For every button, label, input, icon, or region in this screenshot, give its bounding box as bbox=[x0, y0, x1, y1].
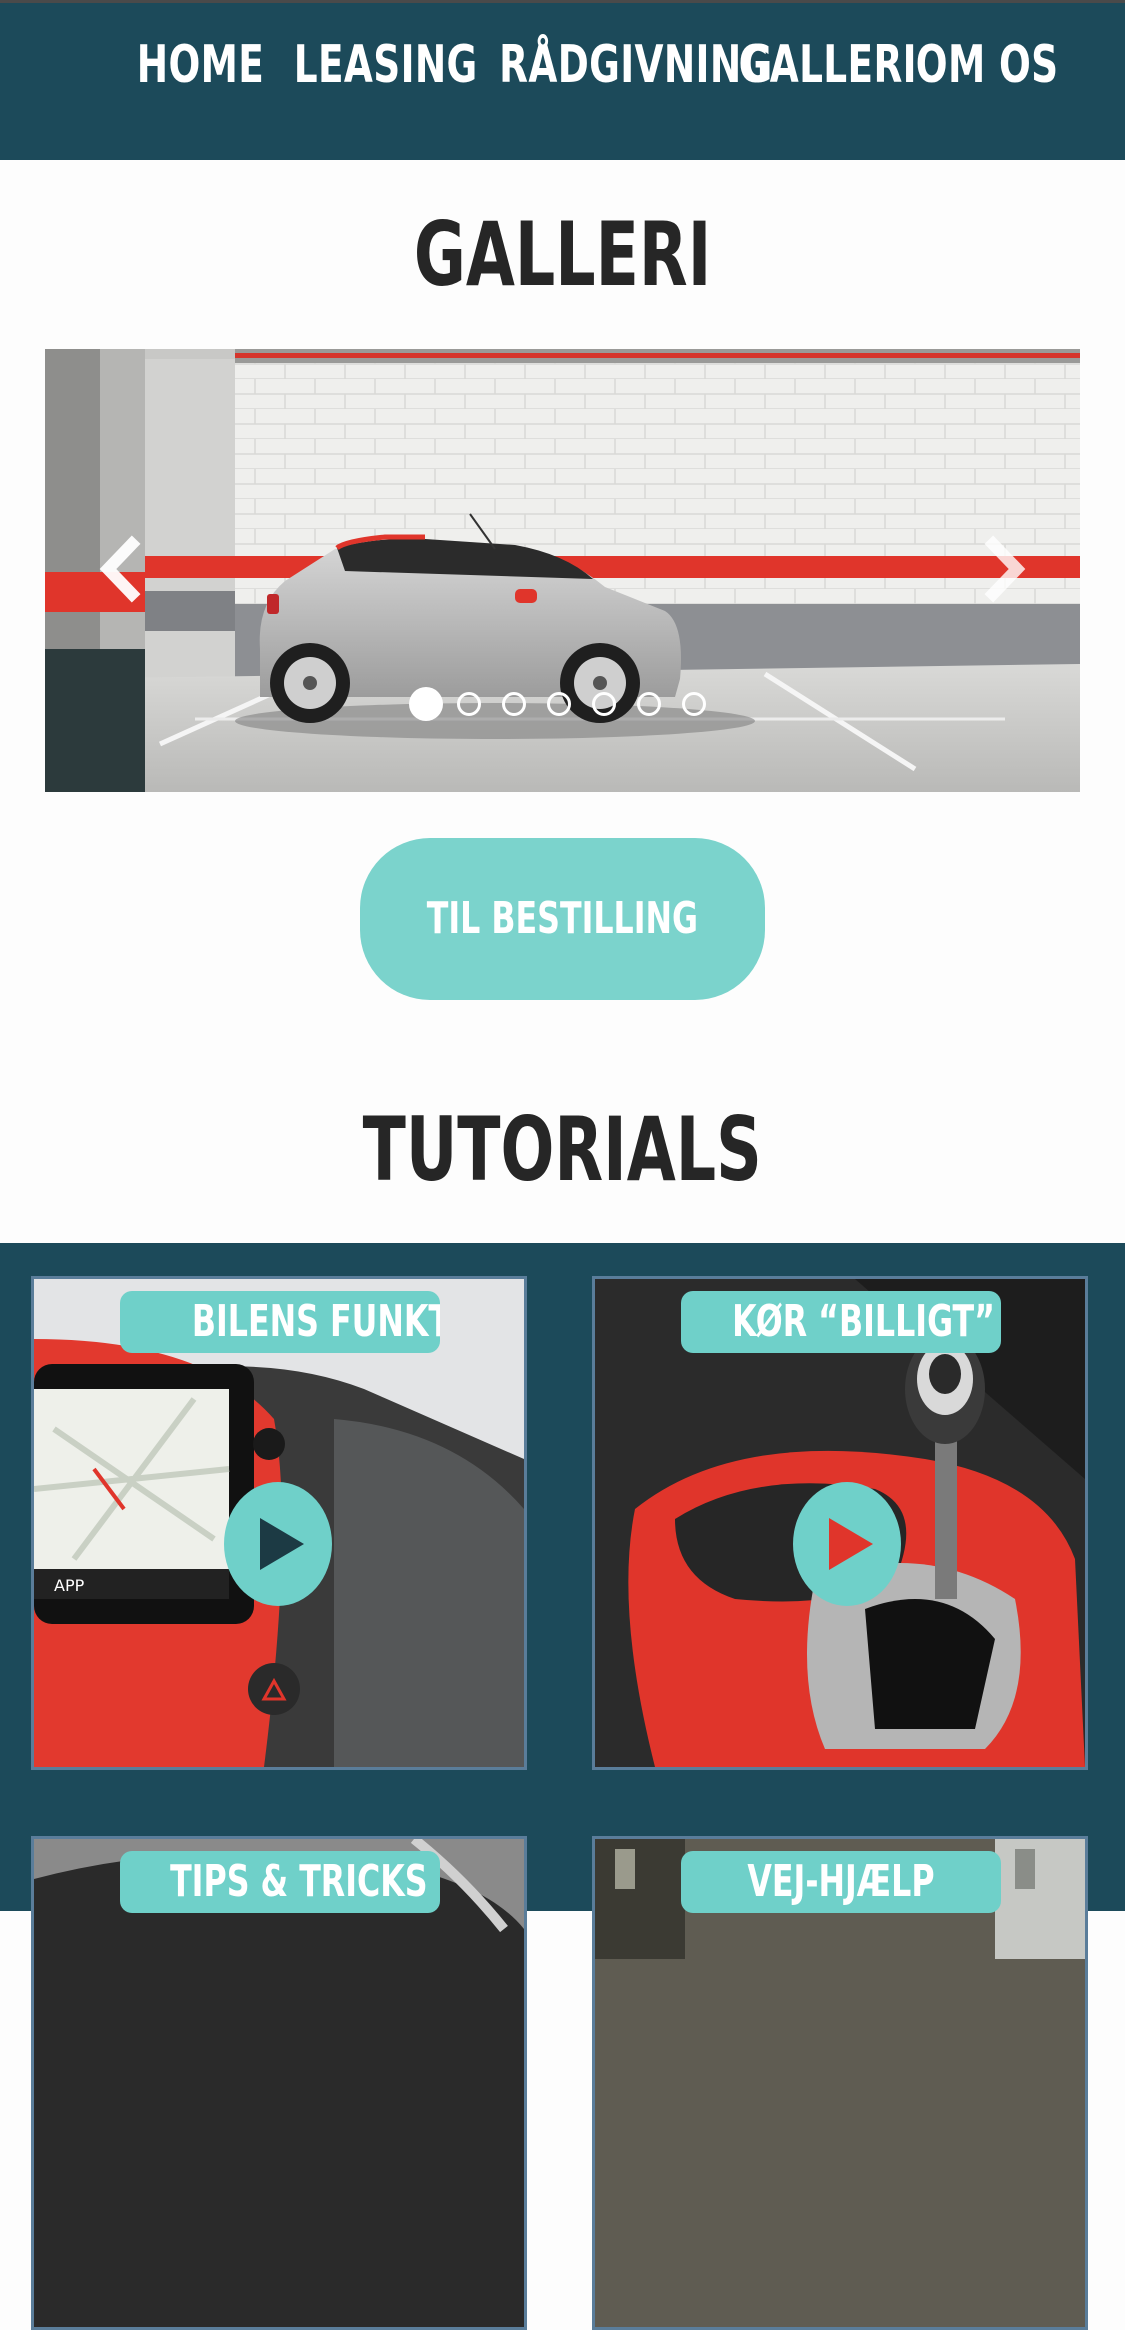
tutorials-heading: TUTORIALS bbox=[362, 1098, 763, 1201]
card-label: VEJ-HJÆLP bbox=[681, 1851, 1001, 1913]
svg-text:APP: APP bbox=[54, 1576, 85, 1595]
carousel-dot-2[interactable] bbox=[457, 692, 481, 716]
play-button[interactable] bbox=[224, 1482, 332, 1606]
card-label: KØR “BILLIGT” bbox=[681, 1291, 1001, 1353]
carousel-indicators bbox=[45, 687, 1080, 727]
carousel-dot-3[interactable] bbox=[502, 692, 526, 716]
gallery-heading: GALLERI bbox=[413, 203, 712, 306]
tutorial-card-road-help[interactable]: VEJ-HJÆLP bbox=[592, 1836, 1088, 2330]
carousel-prev-button[interactable] bbox=[90, 534, 150, 604]
carousel-dot-1[interactable] bbox=[409, 687, 443, 721]
nav-item-galleri[interactable]: GALLERI bbox=[704, 35, 917, 95]
carousel-dot-7[interactable] bbox=[682, 692, 706, 716]
order-button[interactable]: TIL BESTILLING bbox=[360, 838, 765, 1000]
nav-item-om-os[interactable]: OM OS bbox=[888, 35, 1058, 95]
nav-item-raadgivning[interactable]: RÅDGIVNING bbox=[446, 35, 772, 95]
chevron-right-icon bbox=[984, 535, 1026, 603]
main-navigation: HOME LEASING RÅDGIVNING GALLERI OM OS bbox=[0, 3, 1125, 160]
chevron-left-icon bbox=[99, 535, 141, 603]
carousel-next-button[interactable] bbox=[975, 534, 1035, 604]
play-icon bbox=[793, 1482, 901, 1606]
tutorial-card-car-functions[interactable]: APP BILENS FUNKTIONER bbox=[31, 1276, 527, 1770]
carousel-dot-5[interactable] bbox=[592, 692, 616, 716]
card-label: TIPS & TRICKS bbox=[120, 1851, 440, 1913]
nav-item-home[interactable]: HOME bbox=[112, 35, 264, 95]
carousel-dot-6[interactable] bbox=[637, 692, 661, 716]
gallery-carousel[interactable] bbox=[45, 349, 1080, 792]
play-button[interactable] bbox=[793, 1482, 901, 1606]
carousel-dot-4[interactable] bbox=[547, 692, 571, 716]
tutorial-card-drive-cheap[interactable]: KØR “BILLIGT” bbox=[592, 1276, 1088, 1770]
play-icon bbox=[224, 1482, 332, 1606]
tutorial-card-tips-tricks[interactable]: TIPS & TRICKS bbox=[31, 1836, 527, 2330]
nav-item-leasing[interactable]: LEASING bbox=[258, 35, 478, 95]
card-label: BILENS FUNKTIONER bbox=[120, 1291, 440, 1353]
